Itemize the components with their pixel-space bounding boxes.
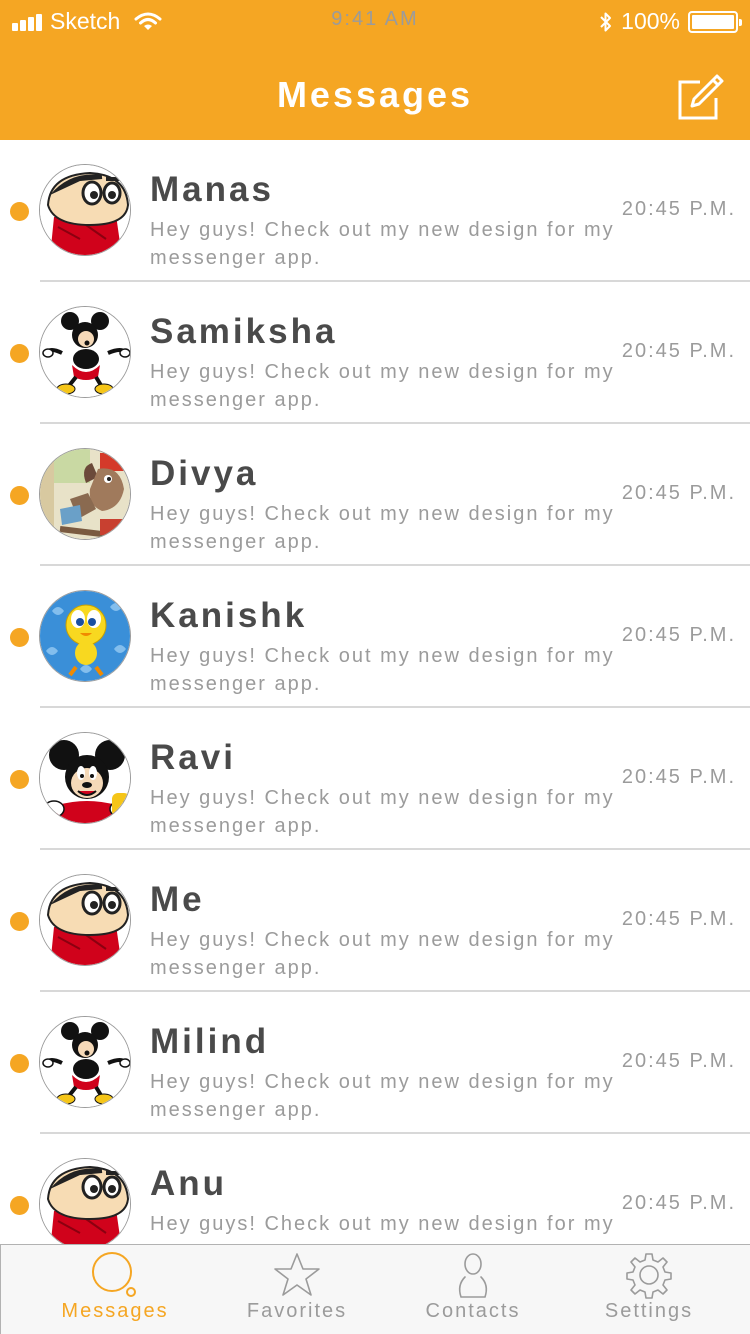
tab-favorites[interactable]: Favorites bbox=[203, 1245, 391, 1334]
compose-icon bbox=[678, 74, 724, 120]
shinchan-avatar bbox=[39, 164, 131, 256]
battery-icon bbox=[688, 10, 742, 33]
battery-percentage: 100% bbox=[621, 8, 680, 34]
contact-name: Anu bbox=[150, 1164, 228, 1203]
message-time: 20:45 P.M. bbox=[621, 624, 736, 646]
gear-icon bbox=[626, 1253, 672, 1299]
tab-contacts[interactable]: Contacts bbox=[379, 1245, 567, 1334]
compose-button[interactable] bbox=[676, 72, 726, 122]
contact-name: Divya bbox=[150, 454, 259, 493]
contact-name: Ravi bbox=[150, 738, 236, 777]
message-time: 20:45 P.M. bbox=[621, 1192, 736, 1214]
tab-settings-label: Settings bbox=[604, 1300, 694, 1322]
conversation-row[interactable]: Ravi Hey guys! Check out my new design fo… bbox=[0, 708, 750, 850]
message-preview: Hey guys! Check out my new design for my… bbox=[150, 787, 615, 837]
page-title: Messages bbox=[276, 74, 474, 115]
mickey-avatar bbox=[39, 1016, 131, 1108]
contact-name: Manas bbox=[150, 170, 274, 209]
chat-bubble-icon bbox=[92, 1252, 136, 1297]
unread-dot bbox=[10, 912, 29, 931]
unread-dot bbox=[10, 1196, 29, 1215]
tab-messages[interactable]: Messages bbox=[21, 1245, 209, 1334]
mickey-avatar bbox=[39, 306, 131, 398]
message-time: 20:45 P.M. bbox=[621, 340, 736, 362]
message-time: 20:45 P.M. bbox=[621, 1050, 736, 1072]
contact-name: Samiksha bbox=[150, 312, 338, 351]
message-time: 20:45 P.M. bbox=[621, 198, 736, 220]
message-time: 20:45 P.M. bbox=[621, 482, 736, 504]
conversation-row[interactable]: Kanishk Hey guys! Check out my new design… bbox=[0, 566, 750, 708]
conversation-row[interactable]: Anu Hey guys! Check out my new design for… bbox=[0, 1134, 750, 1244]
shinchan-avatar bbox=[39, 1158, 131, 1244]
message-time: 20:45 P.M. bbox=[621, 908, 736, 930]
contact-name: Me bbox=[150, 880, 205, 919]
star-icon bbox=[274, 1253, 320, 1296]
navigation-header: Sketch 9:41 AM 100% Messages bbox=[0, 0, 750, 140]
unread-dot bbox=[10, 1054, 29, 1073]
message-preview: Hey guys! Check out my new design for my… bbox=[150, 1071, 615, 1121]
conversation-row[interactable]: Divya Hey guys! Check out my new design f… bbox=[0, 424, 750, 566]
contact-name: Milind bbox=[150, 1022, 270, 1061]
message-preview: Hey guys! Check out my new design for my… bbox=[150, 645, 615, 695]
message-preview: Hey guys! Check out my new design for my… bbox=[150, 503, 615, 553]
status-bar: Sketch 9:41 AM 100% bbox=[0, 0, 750, 40]
message-preview: Hey guys! Check out my new design for my… bbox=[150, 219, 615, 269]
shinchan-avatar bbox=[39, 874, 131, 966]
person-icon bbox=[458, 1253, 488, 1298]
message-time: 20:45 P.M. bbox=[621, 766, 736, 788]
message-preview: Hey guys! Check out my new design for my… bbox=[150, 929, 615, 979]
bluetooth-icon bbox=[600, 12, 612, 31]
contact-name: Kanishk bbox=[150, 596, 308, 635]
conversation-row[interactable]: Me Hey guys! Check out my new design for … bbox=[0, 850, 750, 992]
tab-settings[interactable]: Settings bbox=[555, 1245, 743, 1334]
conversation-row[interactable]: Milind Hey guys! Check out my new design … bbox=[0, 992, 750, 1134]
unread-dot bbox=[10, 486, 29, 505]
cartoon-avatar bbox=[39, 448, 131, 540]
mickey-face-avatar bbox=[39, 732, 131, 824]
tab-bar: Messages Favorites Contacts Settings bbox=[0, 1244, 750, 1334]
conversation-list[interactable]: Manas Hey guys! Check out my new design f… bbox=[0, 140, 750, 1244]
message-preview: Hey guys! Check out my new design for my… bbox=[150, 361, 615, 411]
unread-dot bbox=[10, 202, 29, 221]
message-preview: Hey guys! Check out my new design for my… bbox=[150, 1213, 615, 1244]
tweety-avatar bbox=[39, 590, 131, 682]
tab-contacts-label: Contacts bbox=[425, 1300, 521, 1322]
unread-dot bbox=[10, 628, 29, 647]
tab-messages-label: Messages bbox=[61, 1300, 169, 1322]
conversation-row[interactable]: Samiksha Hey guys! Check out my new desig… bbox=[0, 282, 750, 424]
unread-dot bbox=[10, 770, 29, 789]
unread-dot bbox=[10, 344, 29, 363]
tab-favorites-label: Favorites bbox=[246, 1300, 348, 1322]
conversation-row[interactable]: Manas Hey guys! Check out my new design f… bbox=[0, 140, 750, 282]
